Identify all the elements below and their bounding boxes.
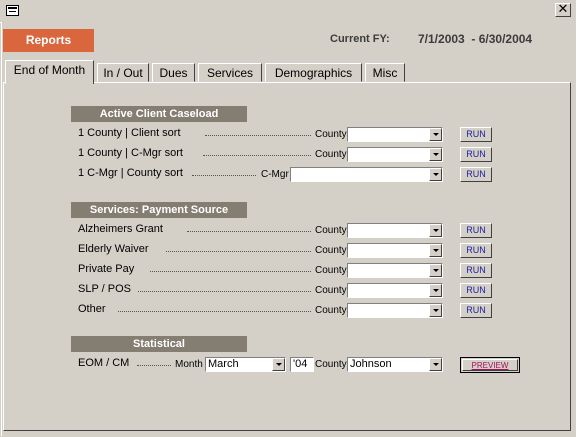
county-label: County xyxy=(315,149,347,160)
tab-demographics[interactable]: Demographics xyxy=(265,63,362,82)
county-label: County xyxy=(315,245,347,256)
dropdown-arrow-icon[interactable] xyxy=(429,244,442,257)
tab-misc[interactable]: Misc xyxy=(365,63,405,82)
leader-dots xyxy=(150,271,311,272)
dropdown-arrow-icon[interactable] xyxy=(429,128,442,141)
county-select[interactable] xyxy=(347,223,443,238)
dropdown-arrow-icon[interactable] xyxy=(429,148,442,161)
tab-in-out[interactable]: In / Out xyxy=(97,63,149,82)
app-icon xyxy=(6,5,19,16)
preview-label: PREVIEW xyxy=(462,359,518,371)
row-label: EOM / CM xyxy=(78,357,130,369)
tab-end-of-month[interactable]: End of Month xyxy=(5,60,94,84)
row-label: 1 County | C-Mgr sort xyxy=(78,147,183,159)
cmgr-select[interactable] xyxy=(290,167,443,182)
run-button[interactable]: RUN xyxy=(460,303,492,318)
dropdown-arrow-icon[interactable] xyxy=(429,224,442,237)
row-label: Elderly Waiver xyxy=(78,243,149,255)
cmgr-label: C-Mgr xyxy=(261,169,289,180)
county-label: County xyxy=(315,225,347,236)
dropdown-arrow-icon[interactable] xyxy=(429,304,442,317)
close-button[interactable]: ✕ xyxy=(555,3,571,17)
leader-dots xyxy=(118,311,311,312)
row-label: 1 County | Client sort xyxy=(78,127,181,139)
preview-button[interactable]: PREVIEW xyxy=(460,357,520,373)
section-header-services: Services: Payment Source xyxy=(71,202,247,218)
run-button[interactable]: RUN xyxy=(460,147,492,162)
county-select[interactable] xyxy=(347,147,443,162)
close-icon: ✕ xyxy=(557,2,569,17)
dropdown-arrow-icon[interactable] xyxy=(429,168,442,181)
tab-services[interactable]: Services xyxy=(198,63,262,82)
dropdown-arrow-icon[interactable] xyxy=(429,358,442,371)
leader-dots xyxy=(138,291,311,292)
run-button[interactable]: RUN xyxy=(460,263,492,278)
run-button[interactable]: RUN xyxy=(460,283,492,298)
county-select[interactable] xyxy=(347,303,443,318)
leader-dots xyxy=(192,175,256,176)
fiscal-year-label: Current FY: xyxy=(330,33,390,45)
reports-badge: Reports xyxy=(3,29,94,52)
county-select[interactable] xyxy=(347,243,443,258)
leader-dots xyxy=(166,251,311,252)
county-select[interactable] xyxy=(347,127,443,142)
year-input[interactable]: '04 xyxy=(290,357,314,372)
dropdown-arrow-icon[interactable] xyxy=(429,284,442,297)
month-label: Month xyxy=(175,359,203,370)
run-button[interactable]: RUN xyxy=(460,127,492,142)
dropdown-arrow-icon[interactable] xyxy=(272,358,285,371)
county-label: County xyxy=(315,305,347,316)
title-bar: ✕ xyxy=(0,0,576,23)
fiscal-year-range: 7/1/2003 - 6/30/2004 xyxy=(418,32,533,46)
dropdown-arrow-icon[interactable] xyxy=(429,264,442,277)
county-label: County xyxy=(315,285,347,296)
section-header-statistical: Statistical xyxy=(71,336,247,352)
leader-dots xyxy=(203,155,311,156)
county-label: County xyxy=(315,265,347,276)
row-label: Private Pay xyxy=(78,263,135,275)
month-select[interactable]: March xyxy=(205,357,286,372)
run-button[interactable]: RUN xyxy=(460,167,492,182)
county-label: County xyxy=(315,129,347,140)
leader-dots xyxy=(205,135,311,136)
section-header-caseload: Active Client Caseload xyxy=(71,106,247,122)
county-select[interactable] xyxy=(347,283,443,298)
tab-dues[interactable]: Dues xyxy=(152,63,195,82)
run-button[interactable]: RUN xyxy=(460,243,492,258)
county-select[interactable]: Johnson xyxy=(347,357,443,372)
county-select[interactable] xyxy=(347,263,443,278)
run-button[interactable]: RUN xyxy=(460,223,492,238)
row-label: SLP / POS xyxy=(78,283,131,295)
county-label: County xyxy=(315,359,347,370)
row-label: Alzheimers Grant xyxy=(78,223,163,235)
row-label: Other xyxy=(78,303,106,315)
leader-dots xyxy=(137,365,171,366)
leader-dots xyxy=(187,231,311,232)
row-label: 1 C-Mgr | County sort xyxy=(78,167,183,179)
